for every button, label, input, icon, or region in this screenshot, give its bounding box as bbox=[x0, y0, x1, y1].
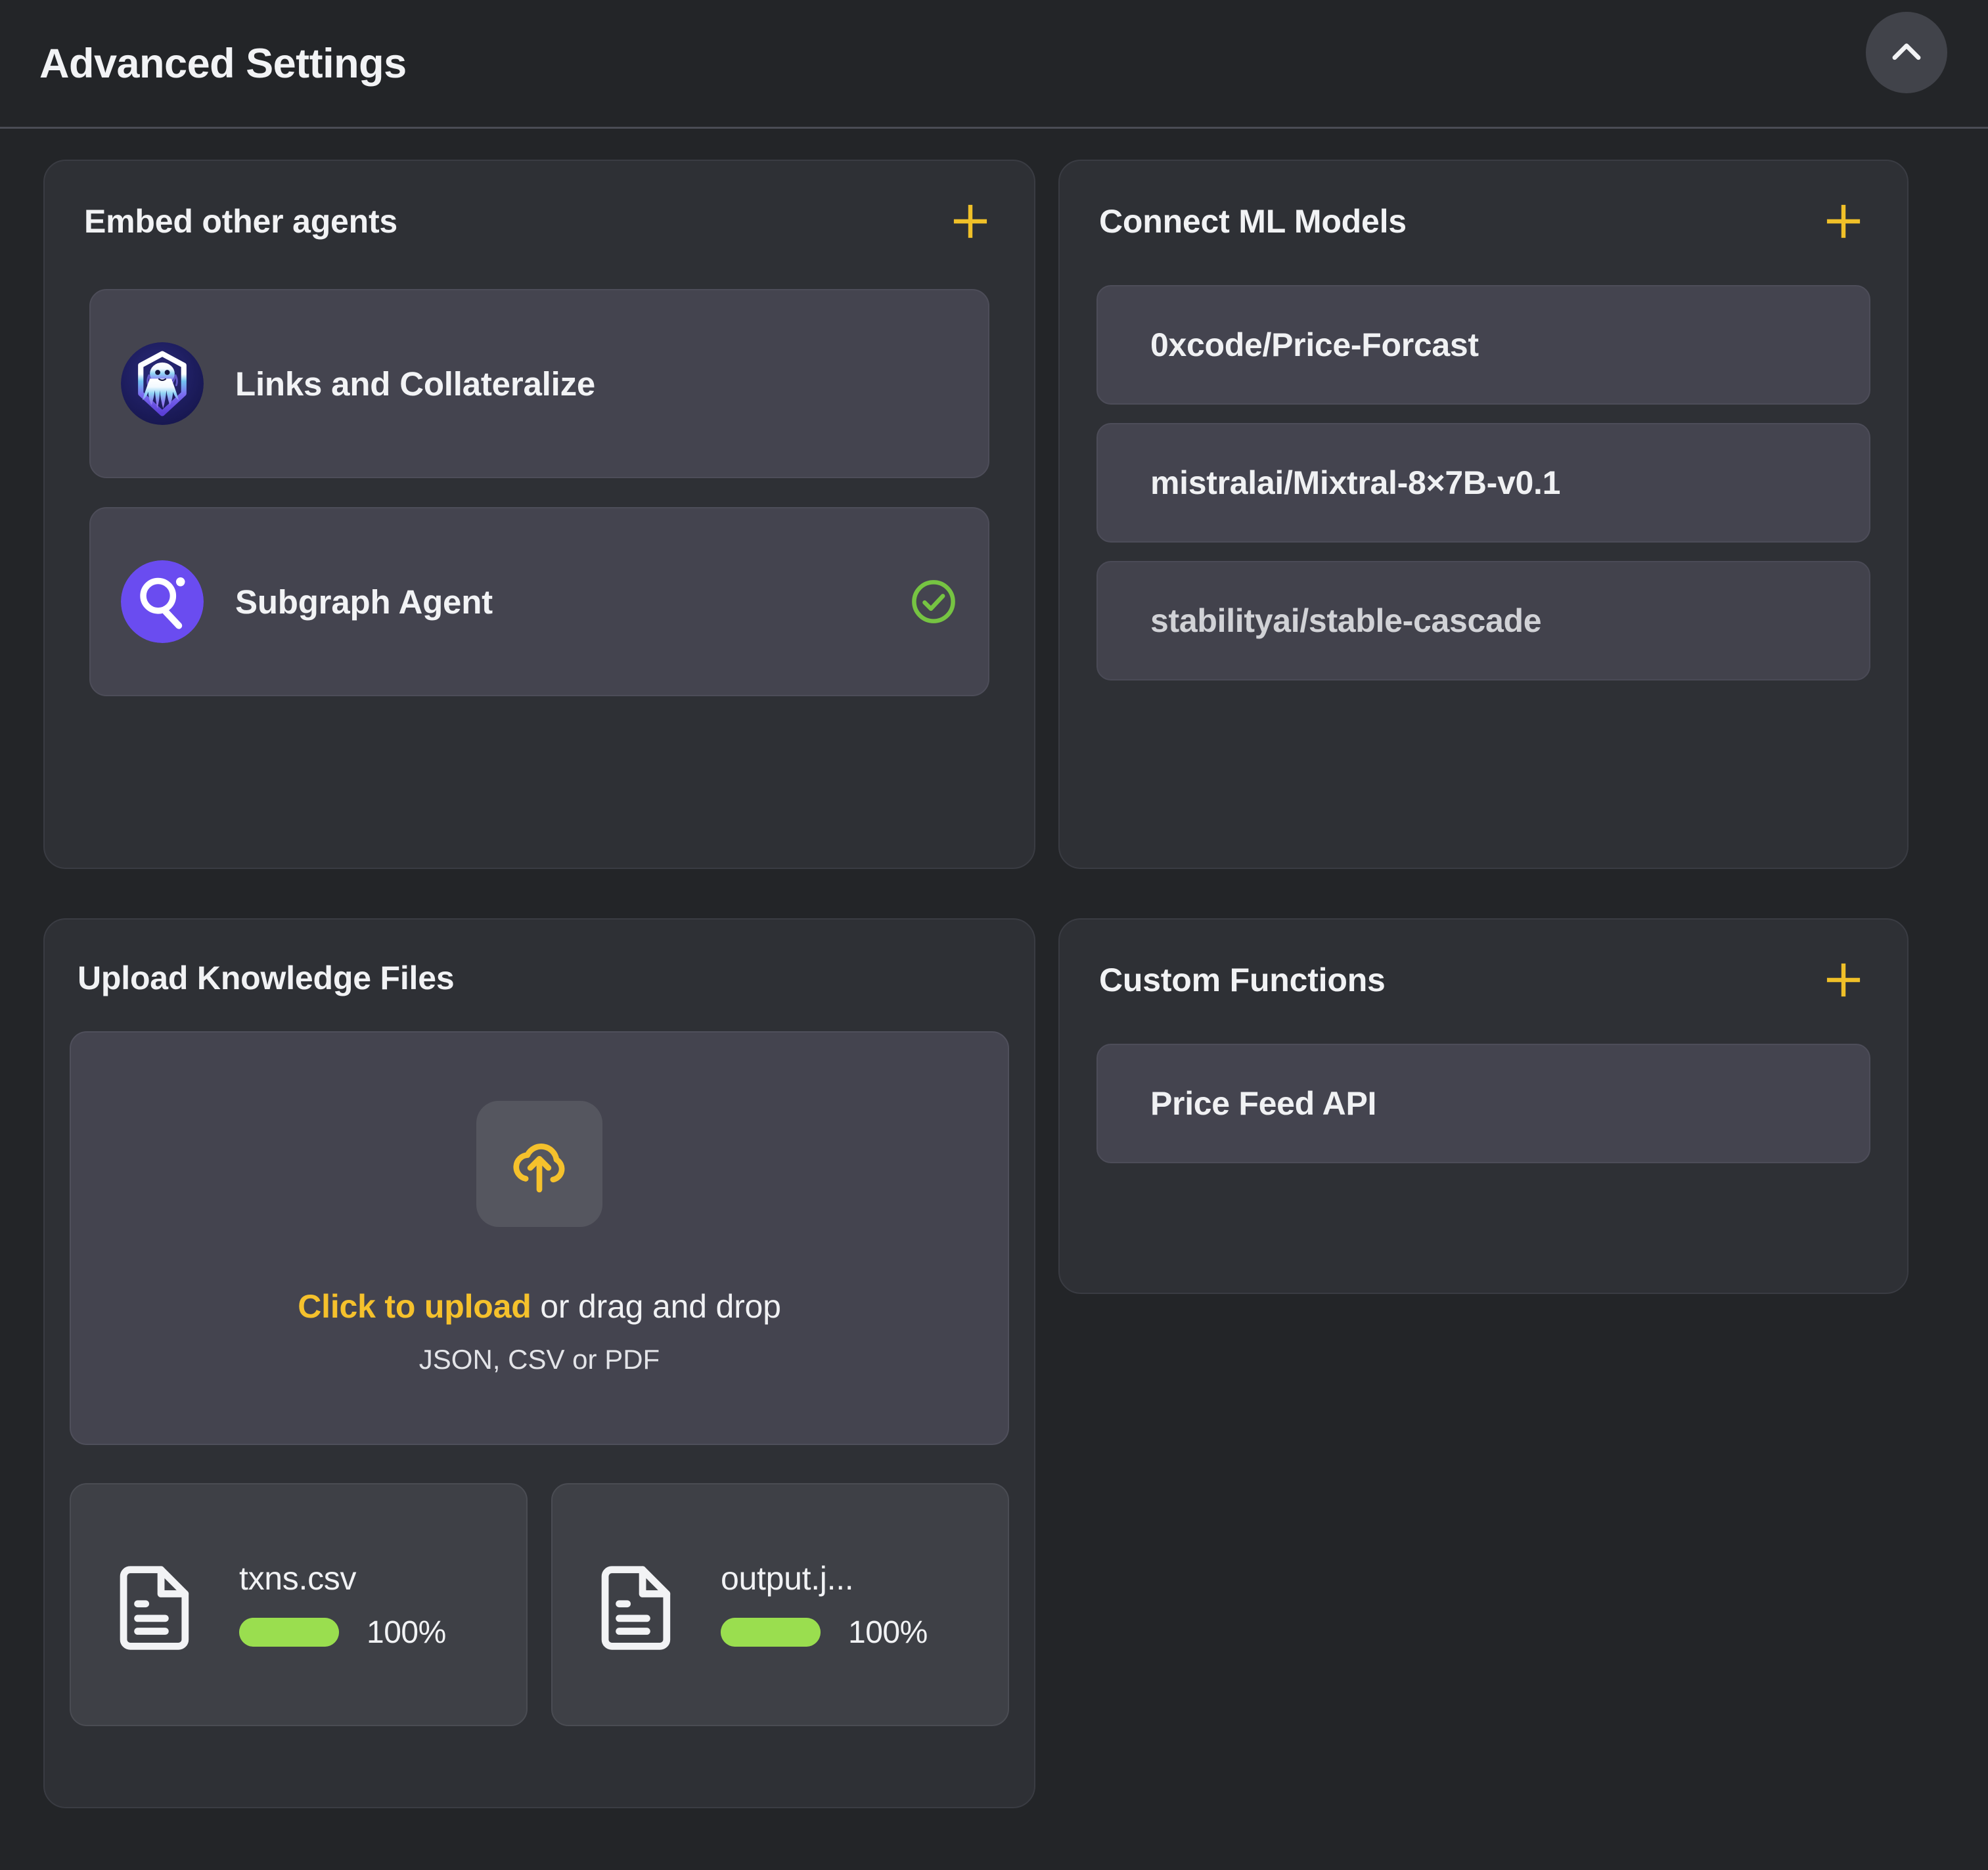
ml-model-list: 0xcode/Price-Forcast mistralai/Mixtral-8… bbox=[1060, 246, 1907, 680]
list-item[interactable]: output.j... 100% bbox=[551, 1483, 1009, 1726]
progress-bar bbox=[721, 1618, 821, 1647]
list-item-label: 0xcode/Price-Forcast bbox=[1150, 326, 1479, 364]
panel-custom-functions: Custom Functions Price Feed API bbox=[1058, 918, 1909, 1294]
list-item[interactable]: Price Feed API bbox=[1096, 1044, 1870, 1163]
dropzone-formats-text: JSON, CSV or PDF bbox=[419, 1344, 660, 1375]
panel-connect-ml-models: Connect ML Models 0xcode/Price-Forcast m… bbox=[1058, 160, 1909, 869]
dropzone-primary-text: Click to upload or drag and drop bbox=[298, 1287, 781, 1325]
list-item[interactable]: 0xcode/Price-Forcast bbox=[1096, 285, 1870, 405]
panel-header: Embed other agents bbox=[45, 161, 1034, 246]
agent-list: Links and Collateralize Subgraph Agent bbox=[45, 246, 1034, 696]
panel-header: Connect ML Models bbox=[1060, 161, 1907, 246]
file-meta: txns.csv 100% bbox=[239, 1559, 446, 1651]
upload-icon-container bbox=[476, 1101, 602, 1227]
chevron-up-icon bbox=[1886, 32, 1927, 73]
document-icon bbox=[589, 1555, 689, 1655]
page-title: Advanced Settings bbox=[39, 40, 407, 87]
file-name: txns.csv bbox=[239, 1559, 446, 1597]
list-item-label: Price Feed API bbox=[1150, 1084, 1376, 1123]
file-name: output.j... bbox=[721, 1559, 928, 1597]
panel-title-embed-agents: Embed other agents bbox=[84, 202, 397, 240]
add-ml-model-button[interactable] bbox=[1819, 197, 1868, 246]
custom-function-list: Price Feed API bbox=[1060, 1004, 1907, 1163]
list-item[interactable]: stabilityai/stable-cascade bbox=[1096, 561, 1870, 680]
list-item-label: stabilityai/stable-cascade bbox=[1150, 602, 1541, 640]
list-item[interactable]: Links and Collateralize bbox=[89, 289, 989, 478]
settings-board: Embed other agents bbox=[0, 129, 1988, 1808]
list-item[interactable]: Subgraph Agent bbox=[89, 507, 989, 696]
dropzone-rest-text: or drag and drop bbox=[531, 1288, 781, 1325]
list-item-label: mistralai/Mixtral-8×7B-v0.1 bbox=[1150, 464, 1560, 502]
octopus-hexagon-avatar-icon bbox=[121, 342, 204, 425]
panel-header: Upload Knowledge Files bbox=[45, 920, 1034, 997]
panel-header: Custom Functions bbox=[1060, 920, 1907, 1004]
add-custom-function-button[interactable] bbox=[1819, 956, 1868, 1004]
check-circle-icon bbox=[909, 577, 958, 626]
plus-icon bbox=[1820, 957, 1866, 1003]
progress-percent: 100% bbox=[367, 1614, 446, 1651]
collapse-panel-button[interactable] bbox=[1866, 12, 1947, 93]
add-agent-button[interactable] bbox=[946, 197, 995, 246]
panel-title-custom-functions: Custom Functions bbox=[1099, 961, 1386, 999]
file-meta: output.j... 100% bbox=[721, 1559, 928, 1651]
cloud-upload-icon bbox=[505, 1130, 574, 1198]
file-progress-row: 100% bbox=[721, 1614, 928, 1651]
plus-icon bbox=[947, 198, 993, 244]
panel-title-connect-ml-models: Connect ML Models bbox=[1099, 202, 1407, 240]
list-item[interactable]: txns.csv 100% bbox=[70, 1483, 528, 1726]
panel-embed-other-agents: Embed other agents bbox=[43, 160, 1035, 869]
graph-protocol-avatar-icon bbox=[121, 560, 204, 643]
progress-percent: 100% bbox=[848, 1614, 928, 1651]
file-progress-row: 100% bbox=[239, 1614, 446, 1651]
document-icon bbox=[108, 1555, 208, 1655]
uploaded-file-list: txns.csv 100% bbox=[70, 1483, 1009, 1726]
list-item[interactable]: mistralai/Mixtral-8×7B-v0.1 bbox=[1096, 423, 1870, 543]
advanced-settings-header: Advanced Settings bbox=[0, 0, 1988, 129]
list-item-label: Links and Collateralize bbox=[235, 365, 958, 403]
file-dropzone[interactable]: Click to upload or drag and drop JSON, C… bbox=[70, 1031, 1009, 1445]
progress-bar bbox=[239, 1618, 339, 1647]
plus-icon bbox=[1820, 198, 1866, 244]
panel-upload-knowledge-files: Upload Knowledge Files Click to upload o… bbox=[43, 918, 1035, 1808]
click-to-upload-link[interactable]: Click to upload bbox=[298, 1288, 531, 1325]
list-item-label: Subgraph Agent bbox=[235, 583, 909, 621]
panel-title-upload-knowledge-files: Upload Knowledge Files bbox=[78, 959, 995, 997]
